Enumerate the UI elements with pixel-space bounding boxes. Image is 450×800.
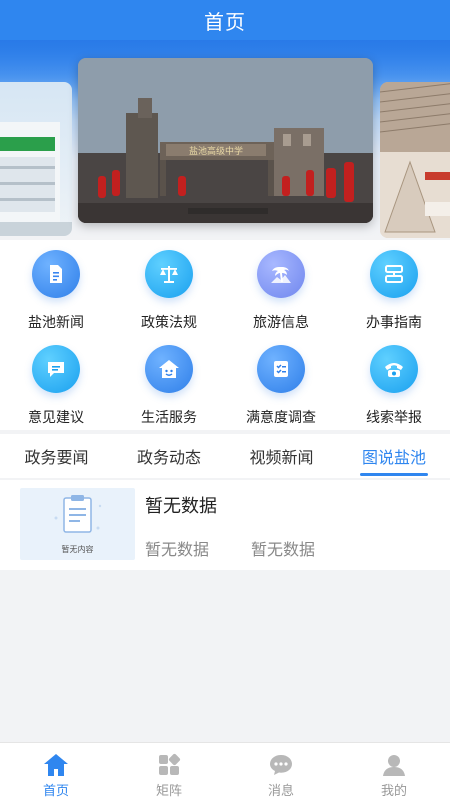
tabbar-item-home[interactable]: 首页 [0, 743, 112, 800]
tabbar-label: 我的 [380, 784, 407, 799]
tab-label: 视频新闻 [249, 448, 314, 467]
grid-item-satisfaction-survey[interactable]: 满意度调查 [225, 335, 337, 430]
news-thumbnail: 暂无内容 [20, 488, 135, 560]
grid-item-label: 意见建议 [28, 410, 84, 426]
tab-label: 图说盐池 [361, 448, 426, 467]
news-list-item[interactable]: 暂无内容 暂无数据 暂无数据 暂无数据 [0, 480, 450, 570]
thumbnail-caption: 暂无内容 [61, 545, 94, 554]
news-meta-date: 暂无数据 [251, 540, 316, 559]
tabbar-label: 消息 [267, 784, 294, 799]
grid-item-clue-report[interactable]: 线索举报 [338, 335, 450, 430]
school-gate-image: 盐池高级中学 [78, 58, 373, 223]
grid-item-label: 旅游信息 [253, 315, 309, 331]
flow-chart-icon [370, 250, 418, 298]
tabbar-label: 首页 [42, 784, 69, 799]
phone-icon [370, 345, 418, 393]
grid-item-life-services[interactable]: 生活服务 [113, 335, 225, 430]
message-icon [32, 345, 80, 393]
tab-label: 政务要闻 [24, 448, 89, 467]
tabbar-item-matrix[interactable]: 矩阵 [113, 743, 225, 800]
grid-item-salt-pond-news[interactable]: 盐池新闻 [0, 240, 112, 335]
tab-government-news[interactable]: 政务要闻 [0, 434, 113, 478]
carousel-slide-previous[interactable] [0, 82, 72, 236]
matrix-icon [156, 752, 182, 778]
tab-video-news[interactable]: 视频新闻 [225, 434, 338, 478]
gate-sign: 盐池高级中学 [189, 145, 243, 157]
home-smile-icon [145, 345, 193, 393]
news-title: 暂无数据 [145, 496, 217, 517]
home-icon [43, 752, 69, 778]
tab-picture-yanchi[interactable]: 图说盐池 [338, 434, 450, 478]
palm-tree-icon [257, 250, 305, 298]
active-tab-indicator [360, 473, 428, 476]
grid-item-label: 办事指南 [366, 315, 422, 331]
tabbar-item-profile[interactable]: 我的 [338, 743, 450, 800]
tab-label: 政务动态 [136, 448, 201, 467]
grid-item-label: 满意度调查 [246, 410, 316, 426]
tabbar-item-messages[interactable]: 消息 [225, 743, 337, 800]
chat-bubble-icon [268, 752, 294, 778]
grid-item-label: 生活服务 [141, 410, 197, 426]
page-title: 首页 [204, 9, 246, 34]
grid-item-tourism-info[interactable]: 旅游信息 [225, 240, 337, 335]
carousel-slide-next[interactable] [380, 82, 450, 238]
tab-government-updates[interactable]: 政务动态 [113, 434, 225, 478]
banner-carousel[interactable]: 盐池高级中学 [0, 40, 450, 240]
construction-image [380, 82, 450, 238]
news-tabs: 政务要闻 政务动态 视频新闻 图说盐池 [0, 434, 450, 478]
carousel-slide-current[interactable]: 盐池高级中学 [78, 58, 373, 223]
grid-item-label: 盐池新闻 [28, 315, 84, 331]
grid-item-policy-regulations[interactable]: 政策法规 [113, 240, 225, 335]
bottom-tab-bar: 首页 矩阵 消息 我的 [0, 742, 450, 800]
top-nav-bar: 首页 [0, 0, 450, 40]
service-grid: 盐池新闻 政策法规 旅游信息 办事指南 意见建议 生活服务 满意度调查 线索举报 [0, 240, 450, 430]
building-image [0, 122, 72, 236]
user-icon [381, 752, 407, 778]
checklist-icon [257, 345, 305, 393]
scale-icon [145, 250, 193, 298]
news-meta-source: 暂无数据 [145, 540, 210, 559]
grid-item-label: 线索举报 [366, 410, 422, 426]
grid-item-suggestions[interactable]: 意见建议 [0, 335, 112, 430]
tabbar-label: 矩阵 [155, 784, 182, 799]
grid-item-label: 政策法规 [141, 315, 197, 331]
grid-item-service-guide[interactable]: 办事指南 [338, 240, 450, 335]
document-icon [32, 250, 80, 298]
